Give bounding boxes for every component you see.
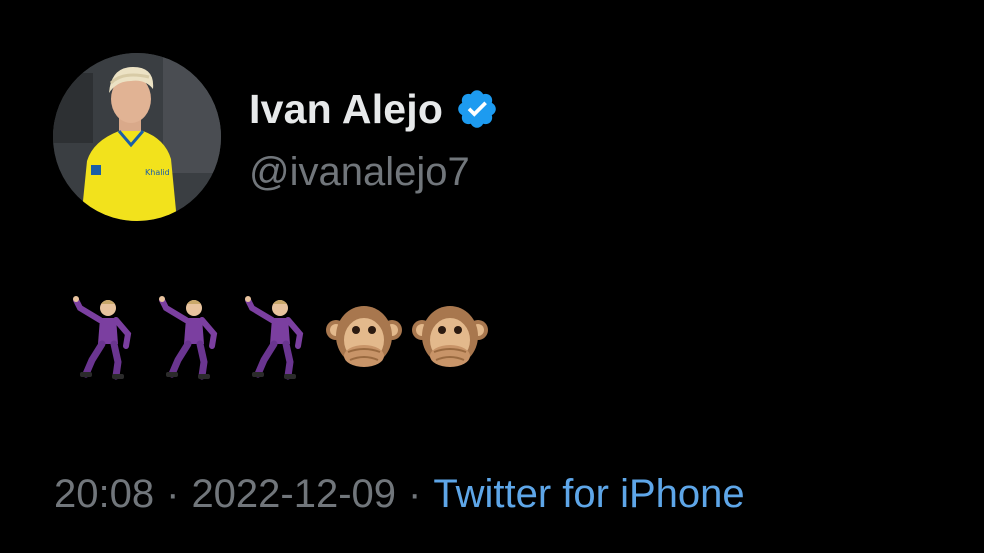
tweet-container: Khalid Ivan Alejo @ivanalejo7 20:08 · 20…: [0, 0, 984, 553]
author-display-name[interactable]: Ivan Alejo: [249, 86, 443, 133]
tweet-meta: 20:08 · 2022-12-09 · Twitter for iPhone: [54, 472, 745, 517]
tweet-source-link[interactable]: Twitter for iPhone: [433, 472, 744, 517]
svg-text:Khalid: Khalid: [145, 168, 170, 177]
man-dancing-icon: [238, 294, 318, 380]
author-avatar[interactable]: Khalid: [53, 53, 221, 221]
verified-badge-icon: [455, 87, 499, 131]
meta-separator: ·: [166, 472, 180, 516]
author-name-row: Ivan Alejo: [249, 86, 499, 132]
tweet-time[interactable]: 20:08: [54, 472, 154, 517]
avatar-image: Khalid: [53, 53, 221, 221]
man-dancing-icon: [152, 294, 232, 380]
speak-no-evil-monkey-icon: [410, 294, 490, 380]
tweet-text: [66, 292, 490, 382]
speak-no-evil-monkey-icon: [324, 294, 404, 380]
man-dancing-icon: [66, 294, 146, 380]
author-handle[interactable]: @ivanalejo7: [249, 150, 470, 195]
meta-separator: ·: [408, 472, 422, 516]
tweet-date[interactable]: 2022-12-09: [191, 472, 396, 517]
